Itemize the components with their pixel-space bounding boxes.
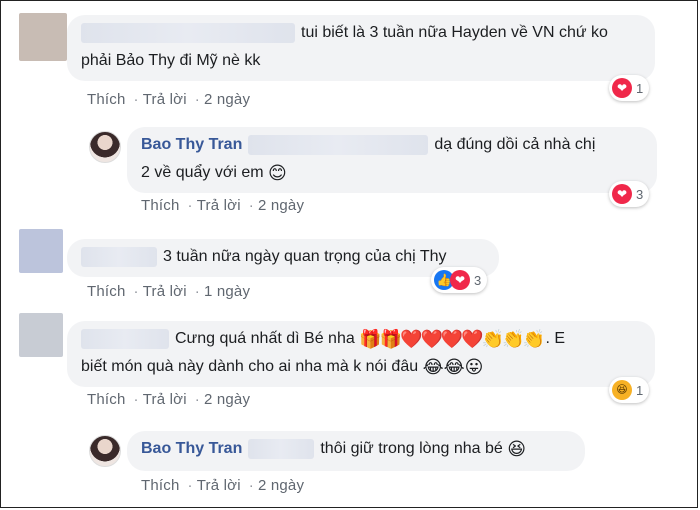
comment-actions: Thích · Trả lời · 2 ngày: [87, 91, 251, 108]
author-name[interactable]: Bao Thy Tran: [141, 440, 242, 457]
haha-icon: 😆: [612, 380, 632, 400]
comment-text: phải Bảo Thy đi Mỹ nè kk: [81, 52, 261, 69]
comment-bubble: Bao Thy Tran thôi giữ trong lòng nha bé 😆: [127, 431, 585, 471]
reaction-count: 3: [474, 272, 482, 288]
blurred-name: [81, 328, 169, 349]
tongue-emoji: 😛: [464, 357, 484, 377]
reply-link[interactable]: Trả lời: [197, 197, 241, 214]
comment-thread: tui biết là 3 tuần nữa Hayden về VN chứ …: [0, 0, 698, 508]
reply-link[interactable]: Trả lời: [197, 477, 241, 494]
blurred-name: [81, 22, 295, 43]
comment-actions: Thích · Trả lời · 1 ngày: [87, 283, 251, 300]
comment-text: 2 về quẩy với em: [141, 164, 264, 181]
reply-link[interactable]: Trả lời: [143, 283, 187, 300]
clap-emoji: 👏: [502, 329, 524, 349]
blurred-tag: [248, 134, 429, 155]
comment-actions: Thích · Trả lời · 2 ngày: [141, 477, 305, 494]
love-icon: ❤: [612, 184, 632, 204]
reaction-summary[interactable]: 👍 ❤ 3: [431, 267, 488, 293]
comment-text: tui biết là 3 tuần nữa Hayden về VN chứ …: [301, 24, 608, 41]
comment-bubble: Bao Thy Tran dạ đúng dồi cả nhà chị 2 về …: [127, 127, 657, 193]
reaction-summary[interactable]: 😆 1: [609, 377, 650, 403]
reaction-summary[interactable]: ❤ 1: [609, 75, 650, 101]
blurred-name: [81, 246, 157, 267]
avatar[interactable]: [89, 131, 121, 163]
smile-emoji: 😊: [268, 163, 287, 183]
clap-emoji: 👏: [481, 329, 504, 349]
reaction-count: 1: [636, 382, 644, 398]
comment-text: dạ đúng dồi cả nhà chị: [434, 136, 596, 153]
heart-emoji: ❤️: [461, 329, 483, 349]
like-link[interactable]: Thích: [87, 283, 126, 300]
avatar[interactable]: [19, 313, 63, 357]
comment-bubble: Cưng quá nhất dì Bé nha 🎁🎁❤️❤️❤️❤️👏👏👏 . …: [67, 321, 655, 387]
avatar[interactable]: [19, 13, 67, 61]
joy-emoji: 😂: [422, 357, 444, 377]
timestamp[interactable]: 2 ngày: [258, 477, 304, 494]
reaction-summary[interactable]: ❤ 3: [609, 181, 650, 207]
avatar[interactable]: [19, 229, 63, 273]
like-link[interactable]: Thích: [87, 91, 126, 108]
like-link[interactable]: Thích: [87, 391, 126, 408]
avatar[interactable]: [89, 435, 121, 467]
comment-text: Cưng quá nhất dì Bé nha: [175, 330, 355, 347]
gift-emoji: 🎁: [359, 329, 381, 349]
comment-bubble: tui biết là 3 tuần nữa Hayden về VN chứ …: [67, 15, 655, 81]
author-name[interactable]: Bao Thy Tran: [141, 136, 242, 153]
gift-emoji: 🎁: [379, 329, 402, 349]
comment-text: thôi giữ trong lòng nha bé: [320, 440, 503, 457]
emoji-sequence: 🎁🎁❤️❤️❤️❤️👏👏👏: [359, 329, 545, 349]
comment-text: biết món quà này dành cho ai nha mà k nó…: [81, 358, 419, 375]
reaction-count: 1: [636, 80, 644, 96]
timestamp[interactable]: 1 ngày: [204, 283, 250, 300]
reply-link[interactable]: Trả lời: [143, 391, 187, 408]
comment-actions: Thích · Trả lời · 2 ngày: [87, 391, 251, 408]
comment-text: 3 tuần nữa ngày quan trọng của chị Thy: [163, 248, 447, 265]
love-icon: ❤: [612, 78, 632, 98]
joy-emoji: 😂: [443, 357, 465, 377]
clap-emoji: 👏: [522, 329, 545, 349]
heart-emoji: ❤️: [400, 329, 422, 349]
laugh-emoji: 😆: [507, 439, 526, 459]
reaction-count: 3: [636, 186, 644, 202]
heart-emoji: ❤️: [420, 329, 442, 349]
like-link[interactable]: Thích: [141, 477, 180, 494]
timestamp[interactable]: 2 ngày: [258, 197, 304, 214]
timestamp[interactable]: 2 ngày: [204, 391, 250, 408]
timestamp[interactable]: 2 ngày: [204, 91, 250, 108]
reply-link[interactable]: Trả lời: [143, 91, 187, 108]
comment-text: . E: [545, 330, 565, 347]
love-icon: ❤: [450, 270, 470, 290]
heart-emoji: ❤️: [440, 329, 463, 349]
blurred-tag: [248, 438, 315, 459]
comment-actions: Thích · Trả lời · 2 ngày: [141, 197, 305, 214]
like-link[interactable]: Thích: [141, 197, 180, 214]
